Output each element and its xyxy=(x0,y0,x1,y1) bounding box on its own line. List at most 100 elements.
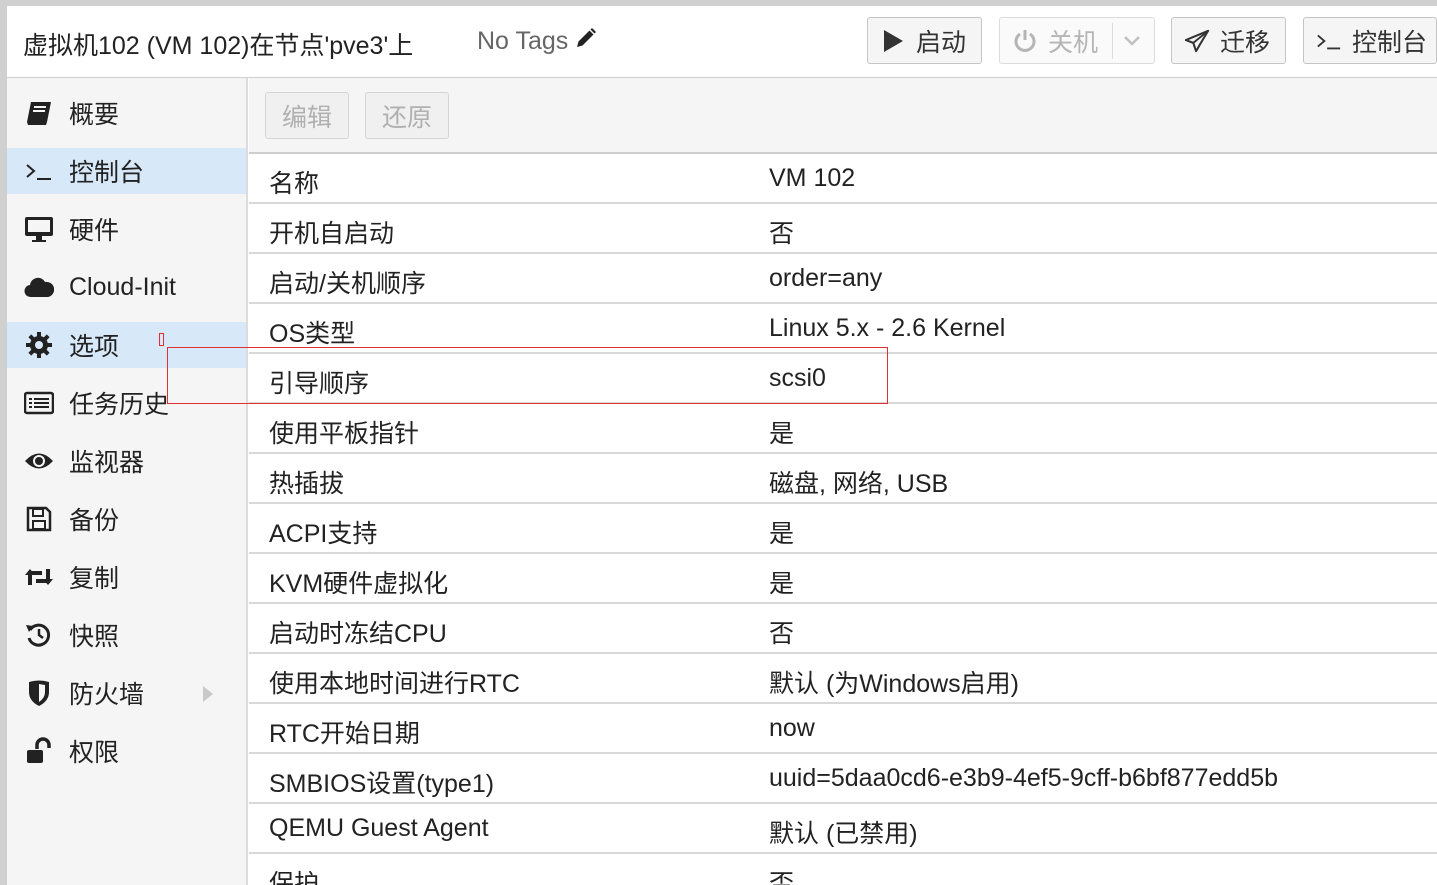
window-frame-left xyxy=(0,0,7,885)
sidebar-item-label: 选项 xyxy=(69,333,120,361)
power-icon xyxy=(1012,28,1038,54)
option-key: SMBIOS设置(type1) xyxy=(269,770,495,798)
sidebar-item-console[interactable]: 控制台 xyxy=(7,148,246,194)
options-toolbar: 编辑 还原 xyxy=(249,78,1437,154)
retweet-icon xyxy=(23,561,55,593)
sidebar-item-cloud-init[interactable]: Cloud-Init xyxy=(7,264,246,310)
table-row[interactable]: RTC开始日期 now xyxy=(249,704,1437,754)
sidebar-item-permissions[interactable]: 权限 xyxy=(7,728,246,774)
monitor-icon xyxy=(23,213,55,245)
table-row[interactable]: 启动时冻结CPU 否 xyxy=(249,604,1437,654)
option-key: 保护 xyxy=(269,870,320,885)
annotation-marker xyxy=(159,333,164,346)
start-button[interactable]: 启动 xyxy=(867,17,982,64)
option-key: OS类型 xyxy=(269,320,356,348)
sidebar-item-replication[interactable]: 复制 xyxy=(7,554,246,600)
option-value: 否 xyxy=(769,620,795,648)
option-value: 是 xyxy=(769,420,795,448)
book-icon xyxy=(23,97,55,129)
table-row[interactable]: 名称 VM 102 xyxy=(249,154,1437,204)
option-value: 是 xyxy=(769,570,795,598)
table-row[interactable]: 引导顺序 scsi0 xyxy=(249,354,1437,404)
paper-plane-icon xyxy=(1184,28,1210,54)
unlock-icon xyxy=(23,735,55,767)
option-key: QEMU Guest Agent xyxy=(269,814,489,842)
option-key: 引导顺序 xyxy=(269,370,370,398)
shutdown-button[interactable]: 关机 xyxy=(999,17,1155,64)
history-icon xyxy=(23,619,55,651)
revert-button[interactable]: 还原 xyxy=(365,92,449,139)
page-title: 虚拟机102 (VM 102)在节点'pve3'上 xyxy=(23,32,414,60)
shield-icon xyxy=(23,677,55,709)
option-value: 磁盘, 网络, USB xyxy=(769,470,949,498)
sidebar-item-monitor[interactable]: 监视器 xyxy=(7,438,246,484)
table-row[interactable]: ACPI支持 是 xyxy=(249,504,1437,554)
sidebar-item-options[interactable]: 选项 xyxy=(7,322,246,368)
sidebar-item-label: 概要 xyxy=(69,101,120,129)
option-value: 默认 (为Windows启用) xyxy=(769,670,1020,698)
chevron-down-icon[interactable] xyxy=(1113,35,1151,47)
option-value: 否 xyxy=(769,870,795,885)
pencil-icon[interactable] xyxy=(574,26,598,57)
sidebar-item-label: 硬件 xyxy=(69,217,120,245)
option-key: 热插拔 xyxy=(269,470,345,498)
terminal-icon xyxy=(23,155,55,187)
option-value: Linux 5.x - 2.6 Kernel xyxy=(769,314,1006,342)
sidebar-item-backup[interactable]: 备份 xyxy=(7,496,246,542)
sidebar: 概要 控制台 硬件 Cloud-Init 选项 任务历史 监视器 备份 复制 快… xyxy=(7,78,248,885)
table-row[interactable]: 热插拔 磁盘, 网络, USB xyxy=(249,454,1437,504)
option-value: scsi0 xyxy=(769,364,826,392)
terminal-icon xyxy=(1316,28,1342,54)
option-key: 启动时冻结CPU xyxy=(269,620,447,648)
expand-arrow-icon[interactable] xyxy=(201,682,215,711)
option-value: now xyxy=(769,714,815,742)
table-row[interactable]: 使用本地时间进行RTC 默认 (为Windows启用) xyxy=(249,654,1437,704)
gear-icon xyxy=(23,329,55,361)
sidebar-item-label: 控制台 xyxy=(69,159,145,187)
option-key: 使用平板指针 xyxy=(269,420,420,448)
sidebar-item-firewall[interactable]: 防火墙 xyxy=(7,670,246,716)
sidebar-item-label: 备份 xyxy=(69,507,120,535)
vm-header: 虚拟机102 (VM 102)在节点'pve3'上 No Tags 启动 关机 … xyxy=(7,6,1437,78)
tags-editor[interactable]: No Tags xyxy=(477,26,598,57)
table-row[interactable]: QEMU Guest Agent 默认 (已禁用) xyxy=(249,804,1437,854)
cloud-icon xyxy=(23,271,55,303)
sidebar-item-label: 任务历史 xyxy=(69,391,170,419)
table-row[interactable]: SMBIOS设置(type1) uuid=5daa0cd6-e3b9-4ef5-… xyxy=(249,754,1437,804)
sidebar-item-summary[interactable]: 概要 xyxy=(7,90,246,136)
edit-button[interactable]: 编辑 xyxy=(265,92,349,139)
option-key: 名称 xyxy=(269,170,320,198)
table-row[interactable]: OS类型 Linux 5.x - 2.6 Kernel xyxy=(249,304,1437,354)
option-key: KVM硬件虚拟化 xyxy=(269,570,449,598)
option-value: 否 xyxy=(769,220,795,248)
sidebar-item-label: 防火墙 xyxy=(69,681,145,709)
table-row[interactable]: KVM硬件虚拟化 是 xyxy=(249,554,1437,604)
sidebar-item-label: 快照 xyxy=(69,623,120,651)
table-row[interactable]: 保护 否 xyxy=(249,854,1437,885)
migrate-button[interactable]: 迁移 xyxy=(1171,17,1286,64)
sidebar-item-snapshots[interactable]: 快照 xyxy=(7,612,246,658)
option-key: 使用本地时间进行RTC xyxy=(269,670,520,698)
console-button-label: 控制台 xyxy=(1352,28,1428,57)
option-key: 开机自启动 xyxy=(269,220,395,248)
option-key: RTC开始日期 xyxy=(269,720,420,748)
options-grid: 名称 VM 102 开机自启动 否 启动/关机顺序 order=any OS类型… xyxy=(249,154,1437,885)
sidebar-item-hardware[interactable]: 硬件 xyxy=(7,206,246,252)
sidebar-item-task-history[interactable]: 任务历史 xyxy=(7,380,246,426)
floppy-icon xyxy=(23,503,55,535)
sidebar-item-label: 监视器 xyxy=(69,449,145,477)
table-row[interactable]: 启动/关机顺序 order=any xyxy=(249,254,1437,304)
table-row[interactable]: 开机自启动 否 xyxy=(249,204,1437,254)
migrate-button-label: 迁移 xyxy=(1220,28,1271,57)
option-value: 默认 (已禁用) xyxy=(769,820,918,848)
table-row[interactable]: 使用平板指针 是 xyxy=(249,404,1437,454)
tags-label: No Tags xyxy=(477,27,569,55)
start-button-label: 启动 xyxy=(916,28,967,57)
eye-icon xyxy=(23,445,55,477)
sidebar-item-label: 权限 xyxy=(69,739,120,767)
option-key: ACPI支持 xyxy=(269,520,378,548)
option-value: 是 xyxy=(769,520,795,548)
console-button[interactable]: 控制台 xyxy=(1303,17,1437,64)
sidebar-item-label: 复制 xyxy=(69,565,120,593)
option-key: 启动/关机顺序 xyxy=(269,270,426,298)
